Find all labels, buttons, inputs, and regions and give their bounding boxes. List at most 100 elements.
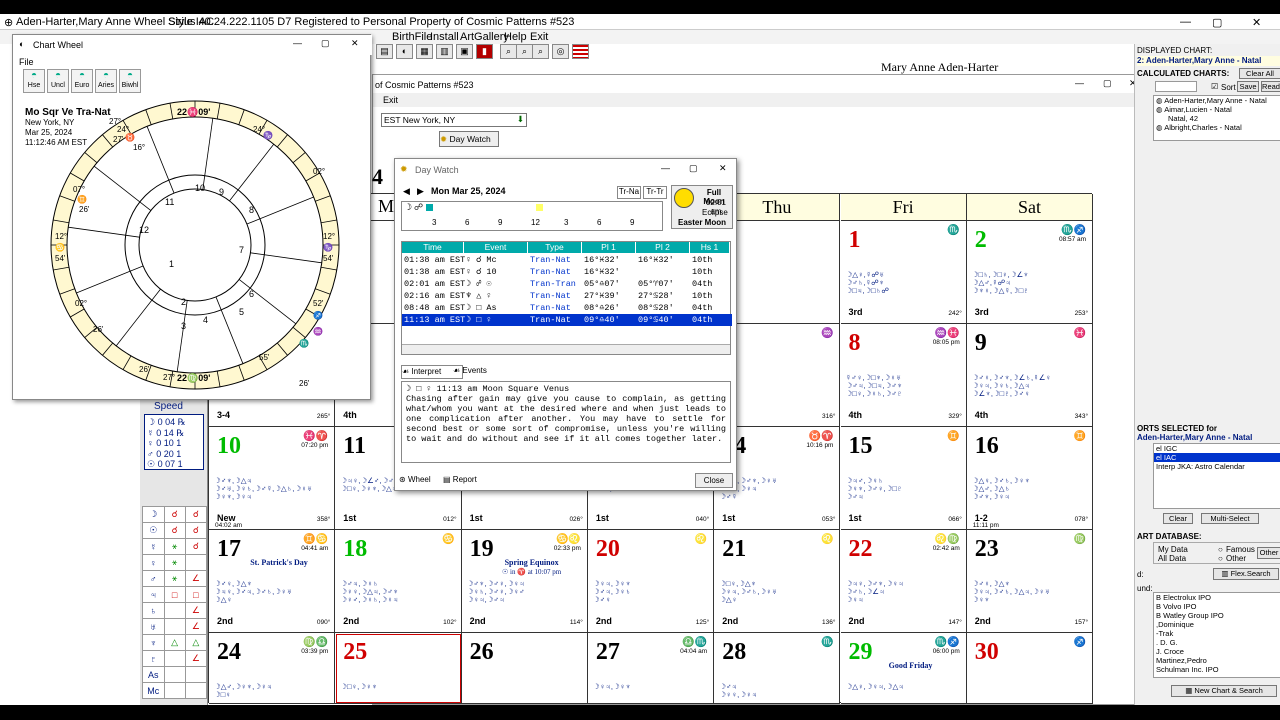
- day-watch-minimize-icon[interactable]: —: [661, 163, 670, 173]
- event-row[interactable]: 02:16 am EST ♆ △ ♀ Tran-Nat 27°♓39' 27°♋28' 1…: [402, 290, 732, 302]
- day-watch-button[interactable]: ✹ Day Watch: [439, 131, 499, 147]
- report-button[interactable]: ▤ Report: [443, 475, 487, 489]
- calendar-day-cell[interactable]: 30 ♐: [966, 633, 1094, 704]
- toolbar-chart-icon[interactable]: ◐: [396, 44, 413, 59]
- aspect-cell[interactable]: ∠: [184, 570, 208, 587]
- chart-list-item[interactable]: ◍ Aden-Harter,Mary Anne - Natal: [1154, 96, 1280, 105]
- aspect-cell[interactable]: ☌: [184, 522, 208, 539]
- my-data-option[interactable]: My Data: [1158, 545, 1188, 554]
- aspect-cell[interactable]: ∠: [184, 602, 208, 619]
- calendar-day-cell[interactable]: 25 ☽□♀,☽♀♆: [335, 633, 462, 704]
- aspect-cell[interactable]: □: [184, 586, 208, 603]
- event-row[interactable]: 01:38 am EST ♀ ☌ Mc Tran-Nat 16°♓32' 16°♓32'…: [402, 254, 732, 266]
- column-header-type[interactable]: Type: [528, 242, 582, 253]
- menu-help[interactable]: Help: [504, 31, 527, 43]
- clear-reports-button[interactable]: Clear: [1163, 513, 1193, 524]
- aspect-cell[interactable]: [163, 682, 186, 699]
- aspect-cell[interactable]: [184, 682, 208, 699]
- calendar-day-cell[interactable]: 15 ♊ ☽♃♂,☽♀♄ ☽♀♆,☽♂♀,☽□♇ ☽♂♃ 1st 066°: [840, 427, 967, 530]
- calendar-day-cell[interactable]: 18 ♋ ☽♂♃,☽♀♄ ☽♀♀,☽△♃,☽♂♆ ☽♀♂,☽♀♄,☽♀♃ 2nd 102°: [335, 530, 462, 633]
- report-list-item[interactable]: Interp JKA: Astro Calendar: [1154, 462, 1280, 471]
- menu-exit[interactable]: Exit: [530, 31, 548, 43]
- calendar-day-cell[interactable]: 20 ♌ ☽♀♃,☽♀♆ ☽♂♃,☽♀♄ ☽♂♀ 2nd 125°: [587, 530, 715, 633]
- toolbar-book-icon[interactable]: ▮: [476, 44, 493, 59]
- sort-checkbox[interactable]: ☑: [1211, 82, 1218, 91]
- database-list-item[interactable]: . D. G.: [1154, 638, 1280, 647]
- event-row[interactable]: 01:38 am EST ♀ ☌ 10 Tran-Nat 16°♓32' 10th: [402, 266, 732, 278]
- aspect-cell[interactable]: △: [163, 634, 186, 651]
- calendar-day-cell[interactable]: 23 ♍ ☽♂♀,☽△♆ ☽♀♃,☽♂♄,☽△♃,☽♀♅ ☽♀♆ 2nd 157°: [966, 530, 1094, 633]
- calendar-day-cell[interactable]: 10 ♓♈ 07:20 pm ☽♂♆,☽△♃ ☽♂♅,☽♀♄,☽♂☿,☽△♄,☽♀♅ ☽♀…: [209, 427, 336, 530]
- calendar-day-cell[interactable]: 16 ♊ ☽△♀,☽♂♄,☽♀♆ ☽△♂,☽△♄ ☽♂♆,☽♀♃ 1-2 078° 11:11…: [966, 427, 1094, 530]
- column-header-hs-1[interactable]: Hs 1: [690, 242, 730, 253]
- calendar-day-cell[interactable]: 9 ♓ ☽♂♀,☽♂♆,☽∠♄,☿∠♀ ☽♀♃,☽♀♄,☽△♃ ☽∠♆,☽□♇,☽♂♀ 4…: [966, 324, 1094, 427]
- calendar-day-cell[interactable]: 28 ♏ ☽♂♃ ☽♀♀,☽♀♃: [714, 633, 841, 704]
- reports-list[interactable]: el IGC el IAC Interp JKA: Astro Calendar: [1153, 443, 1280, 509]
- close-button[interactable]: Close: [695, 473, 733, 488]
- aspect-cell[interactable]: ∠: [184, 618, 208, 635]
- tr-tr-toggle[interactable]: Tr-Tr: [643, 186, 667, 199]
- aspect-cell[interactable]: ∠: [184, 650, 208, 667]
- calendar-day-cell[interactable]: 22 ♌♍ 02:42 am ☽♃♀,☽♂♆,☽♀♃ ☽♂♄,☽∠♃ ☽♀♃ 2nd 147°: [840, 530, 967, 633]
- toolbar-zoom-icon[interactable]: ⌕: [500, 44, 517, 59]
- new-chart-search-button[interactable]: ▦ New Chart & Search: [1171, 685, 1277, 697]
- calendar-day-cell[interactable]: 21 ♌ ☽□♀,☽△♆ ☽♀♃,☽♂♄,☽♀♅ ☽△♀ 2nd 136°: [714, 530, 841, 633]
- menu-install[interactable]: Install: [430, 31, 459, 43]
- aspect-cell[interactable]: [163, 618, 186, 635]
- calendar-day-cell[interactable]: 17 ♊♋ 04:41 am St. Patrick's Day ☽♂♀,☽△♆ ☽♃♀,…: [209, 530, 336, 633]
- calendar-day-cell[interactable]: 2 ♏♐ 08:57 am ☽□♄,☽□♀,☽∠♆ ☽△♂,☿☍♃ ☽♆♀,☽△☿,☽□♇…: [966, 221, 1094, 324]
- us-flag-icon[interactable]: [572, 44, 589, 59]
- calendar-day-cell[interactable]: 1 ♏ ☽△♀,☿☍♅ ☽♂♄,☿☍♆ ☽□♃,☽□♄☍ 3rd 242°: [840, 221, 967, 324]
- toolbar-print-icon[interactable]: ▤: [376, 44, 393, 59]
- database-list-item[interactable]: -Trak: [1154, 629, 1280, 638]
- chart-list-item[interactable]: ◍ Albright,Charles - Natal: [1154, 123, 1280, 132]
- calendar-maximize-icon[interactable]: ▢: [1103, 78, 1112, 89]
- toolbar-report-icon[interactable]: ▥: [436, 44, 453, 59]
- report-list-item[interactable]: el IGC: [1154, 444, 1280, 453]
- aspect-cell[interactable]: ☌: [163, 506, 186, 523]
- database-list-item[interactable]: B Watley Group IPO: [1154, 611, 1280, 620]
- calendar-day-cell[interactable]: 19 ♋♌ 02:33 pm Spring Equinox ☉ in ♈ at 10:0…: [461, 530, 588, 633]
- calendar-day-cell[interactable]: 24 ♍♎ 03:39 pm ☽△♂,☽♀♆,☽♀♃ ☽□♀: [209, 633, 336, 704]
- toolbar-zoom2-icon[interactable]: ⌕: [516, 44, 533, 59]
- flex-search-button[interactable]: ▥ Flex.Search: [1213, 568, 1279, 580]
- calendar-minimize-icon[interactable]: —: [1075, 78, 1084, 88]
- event-row[interactable]: 08:48 am EST ☽ □ As Tran-Nat 08°♎26' 08°♋28'…: [402, 302, 732, 314]
- prev-day-icon[interactable]: ◀: [403, 186, 410, 197]
- chart-list-item[interactable]: Natal, 42: [1154, 114, 1280, 123]
- close-icon[interactable]: ✕: [1252, 16, 1261, 29]
- day-watch-maximize-icon[interactable]: ▢: [689, 163, 698, 174]
- tab-events[interactable]: ☙ Events: [453, 365, 507, 379]
- multi-select-button[interactable]: Multi-Select: [1201, 513, 1259, 524]
- aspect-cell[interactable]: [163, 650, 186, 667]
- aspect-cell[interactable]: ☌: [163, 522, 186, 539]
- database-list-item[interactable]: B Electrolux IPO: [1154, 593, 1280, 602]
- database-list[interactable]: B Electrolux IPO B Volvo IPO B Watley Grou…: [1153, 592, 1280, 678]
- aspect-cell[interactable]: ☌: [184, 538, 208, 555]
- event-row[interactable]: 02:01 am EST ☽ ☍ ☉ Tran-Tran 05°♎07' 05°♈07'…: [402, 278, 732, 290]
- aspect-cell[interactable]: [163, 602, 186, 619]
- tr-na-toggle[interactable]: Tr-Na: [617, 186, 641, 199]
- database-list-item[interactable]: B Volvo IPO: [1154, 602, 1280, 611]
- dropdown-arrow-icon[interactable]: ⬇: [517, 114, 524, 125]
- calendar-day-cell[interactable]: 27 ♎♏ 04:04 am ☽♀♃,☽♀♆: [587, 633, 715, 704]
- toolbar-search-icon[interactable]: ⌕: [532, 44, 549, 59]
- toolbar-save-icon[interactable]: ▣: [456, 44, 473, 59]
- other-button[interactable]: Other: [1257, 547, 1280, 559]
- calendar-day-cell[interactable]: 29 ♏♐ 06:00 pm Good Friday ☽△♀,☽♀♃,☽△♃: [840, 633, 967, 704]
- toolbar-globe-icon[interactable]: ◎: [552, 44, 569, 59]
- database-list-item[interactable]: ,Dominique: [1154, 620, 1280, 629]
- column-header-event[interactable]: Event: [464, 242, 528, 253]
- aspect-cell[interactable]: □: [163, 586, 186, 603]
- aspect-cell[interactable]: ⚹: [163, 538, 186, 555]
- save-button[interactable]: Save: [1237, 81, 1259, 92]
- database-list-item[interactable]: Martinez,Pedro: [1154, 656, 1280, 665]
- all-data-option[interactable]: All Data: [1158, 554, 1186, 563]
- aspect-cell[interactable]: [184, 554, 208, 571]
- minimize-icon[interactable]: —: [1180, 16, 1191, 28]
- chart-list-item[interactable]: ◍ Aimar,Lucien - Natal: [1154, 105, 1280, 114]
- database-list-item[interactable]: J. Croce: [1154, 647, 1280, 656]
- famous-radio[interactable]: ○: [1218, 545, 1223, 554]
- database-list-item[interactable]: Schulman Inc. IPO: [1154, 665, 1280, 674]
- day-watch-close-icon[interactable]: ✕: [719, 163, 727, 174]
